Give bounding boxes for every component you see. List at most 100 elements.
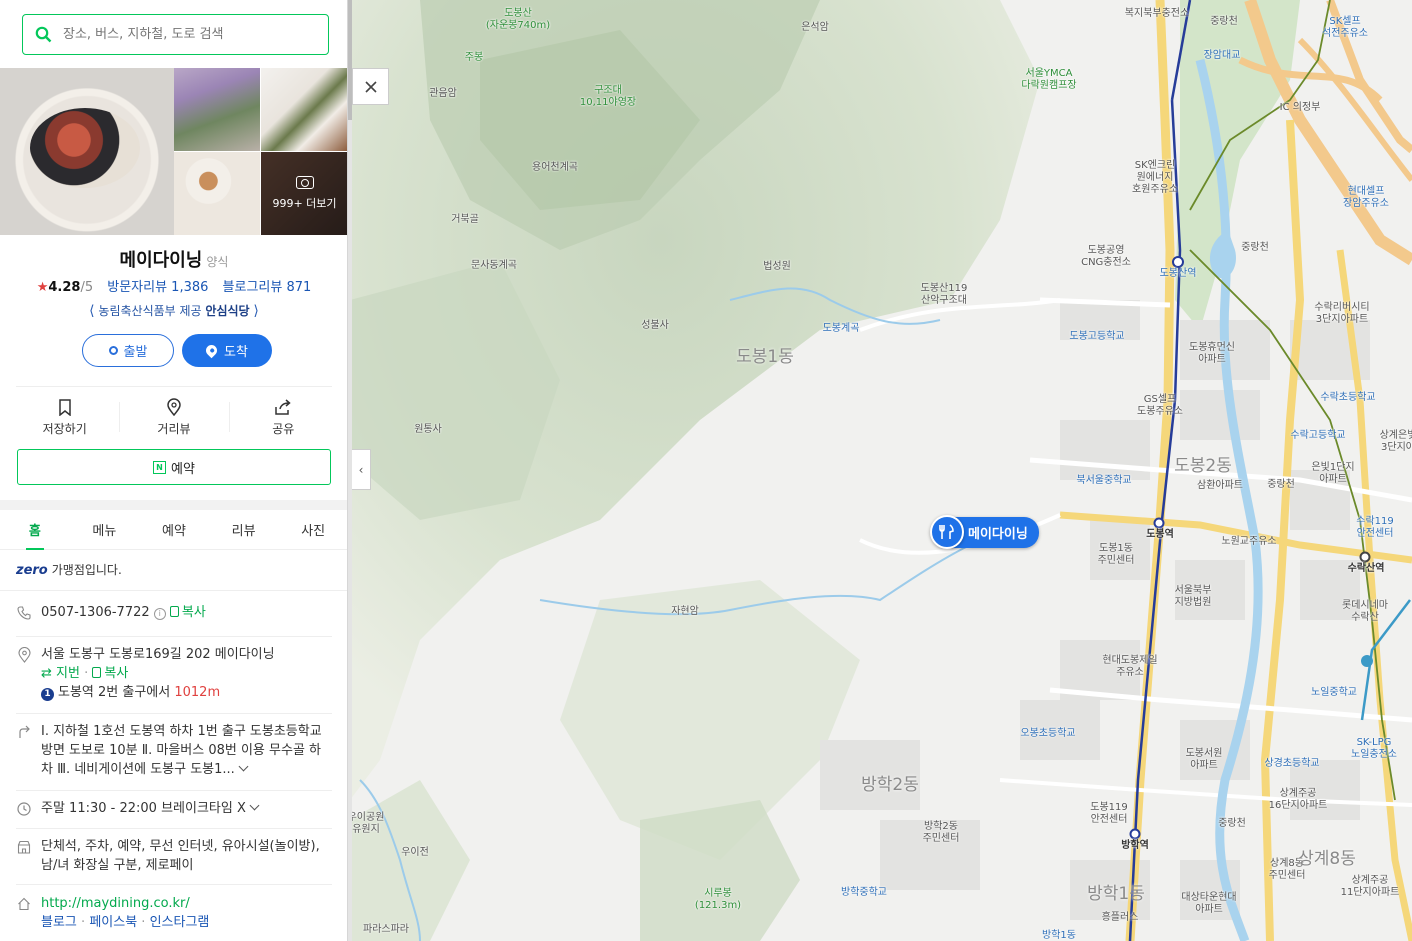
map-poi-label[interactable]: 구조대 10,11야영장	[580, 85, 636, 109]
map-poi-label[interactable]: 오봉초등학교	[1020, 728, 1075, 740]
map-poi-label[interactable]: 노일중학교	[1311, 687, 1357, 699]
map-poi-label[interactable]: 도봉산 (자운봉740m)	[486, 8, 550, 32]
map-poi-label[interactable]: 복지북부충전소	[1125, 8, 1189, 20]
photo-thumb[interactable]	[261, 68, 347, 151]
map-poi-label[interactable]: 도봉공영 CNG충전소	[1081, 245, 1131, 269]
map-poi-label[interactable]: 수락고등학교	[1290, 430, 1345, 442]
close-panel-button[interactable]	[352, 68, 389, 105]
tab-home[interactable]: 홈	[0, 510, 70, 550]
instagram-link[interactable]: 인스타그램	[150, 915, 210, 930]
visitor-reviews-link[interactable]: 방문자리뷰 1,386	[107, 280, 208, 295]
search-input[interactable]	[63, 27, 313, 42]
safe-restaurant-badge[interactable]: ⟨ 농림축산식품부 제공 안심식당 ⟩	[0, 302, 347, 319]
phone-number[interactable]: 0507-1306-7722	[41, 605, 150, 620]
map-poi-label[interactable]: 현대도봉제일 주유소	[1102, 655, 1157, 679]
blog-reviews-link[interactable]: 블로그리뷰 871	[223, 280, 312, 295]
map-poi-label[interactable]: 수락119 안전센터	[1356, 516, 1394, 540]
chevron-down-icon[interactable]	[238, 761, 249, 772]
share-button[interactable]: 공유	[228, 396, 338, 437]
map-poi-label[interactable]: 중랑천	[1267, 479, 1295, 491]
map-poi-label[interactable]: 용어천계곡	[532, 162, 578, 174]
map-poi-label[interactable]: IC 의정부	[1280, 102, 1321, 114]
jibun-toggle[interactable]: ⇄ 지번	[41, 666, 80, 681]
map-poi-label[interactable]: 상계주공 11단지아파트	[1341, 875, 1400, 899]
save-button[interactable]: 저장하기	[10, 396, 119, 437]
map-poi-label[interactable]: 도봉휴먼신 아파트	[1189, 342, 1235, 366]
tab-review[interactable]: 리뷰	[209, 510, 279, 549]
map-poi-label[interactable]: 흥플러스	[1102, 912, 1139, 924]
map-poi-label[interactable]: 우이공원 유원지	[348, 812, 385, 836]
map-poi-label[interactable]: 현대셀프 장암주유소	[1343, 186, 1389, 210]
map-poi-label[interactable]: 방학역	[1121, 840, 1149, 852]
blog-link[interactable]: 블로그	[41, 915, 77, 930]
website-link[interactable]: http://maydining.co.kr/	[41, 894, 332, 913]
map-poi-label[interactable]: 상계은빛 3단지아	[1380, 430, 1412, 454]
map-poi-label[interactable]: 중랑천	[1210, 16, 1238, 28]
map-poi-label[interactable]: SK-LPG 노일충전소	[1351, 737, 1397, 761]
map-poi-label[interactable]: 중랑천	[1218, 818, 1246, 830]
hours-row[interactable]: 주말 11:30 - 22:00 브레이크타임 X	[16, 799, 332, 818]
map-poi-label[interactable]: 수락초등학교	[1320, 392, 1375, 404]
map-poi-label[interactable]: 삼환아파트	[1197, 480, 1243, 492]
map-poi-label[interactable]: 롯데시네마 수락산	[1342, 600, 1388, 624]
map-poi-label[interactable]: 상경초등학교	[1264, 758, 1319, 770]
map-poi-label[interactable]: 도봉산119 산악구조대	[921, 283, 968, 307]
map-poi-label[interactable]: 도봉서원 아파트	[1186, 748, 1223, 772]
photo-more[interactable]: 999+ 더보기	[261, 152, 347, 235]
copy-phone-button[interactable]: 복사	[169, 605, 206, 620]
start-button[interactable]: 출발	[82, 334, 174, 367]
map-poi-label[interactable]: 법성원	[763, 261, 791, 273]
copy-address-button[interactable]: 복사	[92, 666, 128, 681]
search-icon[interactable]	[23, 26, 63, 43]
place-marker[interactable]: 메이다이닝	[930, 514, 1039, 550]
map-poi-label[interactable]: 도봉1동 주민센터	[1098, 543, 1135, 567]
reserve-button[interactable]: N 예약	[17, 449, 331, 485]
directions-row[interactable]: Ⅰ. 지하철 1호선 도봉역 하차 1번 출구 도봉초등학교 방면 도보로 10…	[16, 722, 332, 779]
map-poi-label[interactable]: 은빛1단지 아파트	[1311, 462, 1354, 486]
map-poi-label[interactable]: 문사동계곡	[471, 260, 517, 272]
map-poi-label[interactable]: 도봉계곡	[823, 323, 860, 335]
map-poi-label[interactable]: SK셀프 석전주유소	[1322, 16, 1368, 40]
map-poi-label[interactable]: 도봉산역	[1160, 268, 1197, 280]
facebook-link[interactable]: 페이스북	[89, 915, 137, 930]
map-poi-label[interactable]: 주봉	[465, 52, 483, 64]
map-poi-label[interactable]: 자현암	[671, 606, 699, 618]
map-poi-label[interactable]: 도봉119 안전센터	[1090, 802, 1128, 826]
map-poi-label[interactable]: 방학1동	[1042, 930, 1076, 941]
collapse-panel-button[interactable]: ‹	[352, 449, 371, 490]
map-poi-label[interactable]: 상계주공 16단지아파트	[1269, 788, 1328, 812]
info-icon[interactable]: i	[153, 608, 166, 620]
tab-photo[interactable]: 사진	[278, 510, 347, 549]
map-poi-label[interactable]: 거북골	[451, 214, 479, 226]
map-poi-label[interactable]: 도봉역	[1146, 529, 1174, 541]
photo-thumb[interactable]	[174, 152, 260, 235]
map-poi-label[interactable]: 성불사	[641, 320, 669, 332]
map-poi-label[interactable]: 우이전	[401, 847, 429, 859]
tab-reservation[interactable]: 예약	[139, 510, 209, 549]
arrive-button[interactable]: 도착	[182, 334, 272, 367]
map-poi-label[interactable]: 수락산역	[1348, 563, 1385, 575]
map-poi-label[interactable]: 서울북부 지방법원	[1175, 585, 1212, 609]
map-poi-label[interactable]: 관음암	[429, 88, 457, 100]
map-poi-label[interactable]: 대상타운현대 아파트	[1181, 892, 1236, 916]
map-poi-label[interactable]: GS셀프 도봉주유소	[1137, 394, 1183, 418]
map-poi-label[interactable]: 북서울중학교	[1076, 475, 1131, 487]
map-poi-label[interactable]: 도봉고등학교	[1069, 331, 1124, 343]
map-poi-label[interactable]: 방학2동 주민센터	[923, 821, 960, 845]
tab-menu[interactable]: 메뉴	[70, 510, 140, 549]
map-poi-label[interactable]: SK엔크린 원에너지 호원주유소	[1132, 160, 1178, 196]
map-poi-label[interactable]: 중랑천	[1241, 242, 1269, 254]
photo-main[interactable]	[0, 68, 174, 235]
chevron-down-icon[interactable]	[249, 800, 260, 811]
search-box[interactable]	[22, 14, 329, 55]
photo-thumb[interactable]	[174, 68, 260, 151]
map-poi-label[interactable]: 방학중학교	[841, 887, 887, 899]
map-poi-label[interactable]: 시루봉 (121.3m)	[695, 888, 741, 912]
map-poi-label[interactable]: 장암대교	[1204, 50, 1241, 62]
map-poi-label[interactable]: 서울YMCA 다락원캠프장	[1021, 68, 1076, 92]
map-poi-label[interactable]: 노원교주유소	[1221, 536, 1276, 548]
map-poi-label[interactable]: 수락리버시티 3단지아파트	[1314, 302, 1369, 326]
map-poi-label[interactable]: 파라스파라	[363, 924, 409, 936]
street-view-button[interactable]: 거리뷰	[119, 396, 228, 437]
map-poi-label[interactable]: 원통사	[414, 424, 442, 436]
